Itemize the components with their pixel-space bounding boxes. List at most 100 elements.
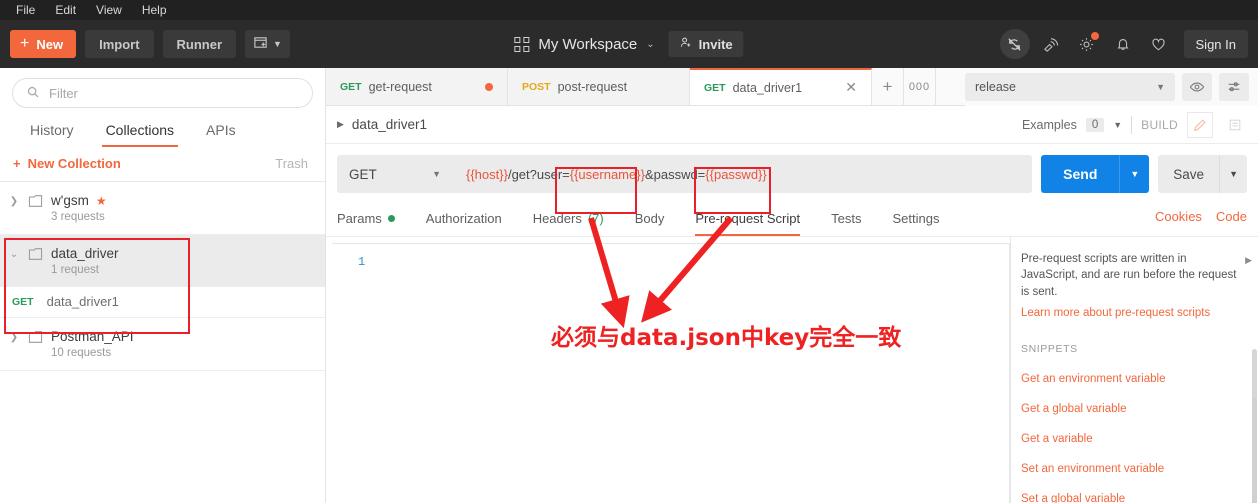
bell-icon[interactable] [1108, 29, 1138, 59]
import-button[interactable]: Import [85, 30, 154, 58]
invite-button[interactable]: Invite [668, 31, 744, 57]
save-button[interactable]: Save ▼ [1158, 155, 1247, 193]
request-tab-post-request[interactable]: POST post-request [508, 68, 690, 105]
chevron-right-icon[interactable]: ▶ [337, 119, 344, 130]
sidebar-tab-apis[interactable]: APIs [190, 116, 252, 147]
code-link[interactable]: Code [1216, 209, 1247, 224]
folder-icon [28, 194, 43, 213]
runner-button[interactable]: Runner [162, 30, 237, 58]
sidebar-tab-history[interactable]: History [14, 116, 90, 147]
sync-off-icon[interactable] [999, 29, 1030, 59]
breadcrumb[interactable]: ▶ data_driver1 [337, 117, 427, 132]
environment-bar: release ▼ [965, 68, 1258, 106]
header-right-group: Sign In [999, 29, 1258, 59]
script-editor[interactable]: 1 [332, 243, 1010, 503]
tab-method: POST [522, 80, 551, 93]
workspace-selector[interactable]: My Workspace ⌄ [514, 36, 655, 53]
request-tab-data-driver1[interactable]: GET data_driver1 ✕ [690, 68, 872, 105]
request-breadcrumb-bar: ▶ data_driver1 Examples 0 ▼ BUILD [326, 106, 1258, 144]
gear-icon[interactable] [1072, 29, 1102, 59]
menu-item-file[interactable]: File [6, 0, 45, 20]
sidebar-actions: + New Collection Trash [0, 147, 325, 182]
send-button[interactable]: Send ▼ [1041, 155, 1150, 193]
collection-item-wgsm[interactable]: ❯ w'gsm ★ 3 requests [0, 182, 325, 235]
snippet-set-global-variable[interactable]: Set a global variable [1021, 493, 1244, 503]
collection-name-row: data_driver [51, 246, 119, 261]
tab-params[interactable]: Params [337, 205, 410, 236]
build-label[interactable]: BUILD [1141, 118, 1178, 132]
tab-body[interactable]: Body [635, 205, 680, 236]
collection-name-row: Postman_API [51, 329, 134, 344]
snippet-get-global-variable[interactable]: Get a global variable [1021, 403, 1244, 415]
new-window-button[interactable]: ▼ [245, 30, 290, 58]
url-input[interactable]: {{host}}/get?user= {{username}} &passwd={{… [453, 155, 1033, 193]
close-icon[interactable]: ✕ [845, 79, 857, 96]
request-item-data-driver1[interactable]: GET data_driver1 [0, 287, 325, 318]
tab-headers-count: (7) [587, 211, 604, 226]
chevron-right-icon[interactable]: ▶ [1245, 255, 1252, 266]
menu-item-view[interactable]: View [86, 0, 132, 20]
collection-text: Postman_API 10 requests [51, 329, 134, 359]
request-name: data_driver1 [46, 294, 119, 309]
request-tabs-right-links: Cookies Code [1155, 209, 1247, 232]
chevron-down-icon[interactable]: ▼ [1119, 155, 1149, 193]
chevron-down-icon[interactable]: ⌄ [8, 246, 20, 260]
filter-placeholder: Filter [49, 85, 78, 101]
request-tab-get-request[interactable]: GET get-request [326, 68, 508, 105]
tab-method: GET [340, 80, 362, 93]
sidebar-tab-collections[interactable]: Collections [90, 116, 190, 147]
add-tab-button[interactable]: + [872, 68, 904, 105]
url-part-passwd: {{passwd}} [705, 166, 767, 182]
sign-in-button[interactable]: Sign In [1183, 30, 1248, 58]
header-left-group: + New Import Runner ▼ [0, 30, 290, 58]
sliders-icon[interactable] [1219, 73, 1249, 101]
collection-item-data-driver[interactable]: ⌄ data_driver 1 request [0, 235, 325, 287]
snippet-get-variable[interactable]: Get a variable [1021, 433, 1244, 445]
url-part-passwd-key: &passwd= [644, 166, 706, 182]
chevron-down-icon[interactable]: ▼ [1113, 120, 1122, 130]
learn-more-link[interactable]: Learn more about pre-request scripts [1021, 307, 1244, 319]
chevron-down-icon: ▼ [273, 39, 282, 49]
tab-tests[interactable]: Tests [831, 205, 876, 236]
plus-icon: + [13, 156, 21, 171]
chevron-down-icon: ⌄ [646, 38, 655, 50]
trash-button[interactable]: Trash [275, 156, 308, 171]
grid-icon [514, 36, 530, 52]
chevron-right-icon[interactable]: ❯ [8, 193, 20, 207]
folder-icon [28, 330, 43, 349]
search-input[interactable]: Filter [12, 78, 313, 108]
collection-name: Postman_API [51, 329, 134, 344]
new-button-label: New [36, 36, 64, 52]
new-collection-button[interactable]: + New Collection [13, 156, 121, 171]
tab-pre-request-script[interactable]: Pre-request Script [695, 205, 815, 236]
pencil-icon[interactable] [1187, 111, 1213, 138]
environment-selector[interactable]: release ▼ [965, 73, 1175, 101]
cookies-link[interactable]: Cookies [1155, 209, 1202, 224]
environment-name: release [975, 80, 1016, 94]
chevron-right-icon[interactable]: ❯ [8, 329, 20, 343]
tab-settings[interactable]: Settings [892, 205, 954, 236]
request-tab-strip: GET get-request POST post-request GET da… [326, 68, 1258, 106]
collection-item-postman-api[interactable]: ❯ Postman_API 10 requests [0, 318, 325, 371]
person-add-icon [680, 36, 693, 52]
send-label: Send [1063, 166, 1098, 182]
tab-authorization[interactable]: Authorization [426, 205, 517, 236]
request-header-actions: Examples 0 ▼ BUILD [1021, 111, 1254, 138]
new-button[interactable]: + New [10, 30, 77, 58]
star-icon[interactable]: ★ [96, 194, 107, 208]
heart-icon[interactable] [1144, 29, 1174, 59]
snippet-get-environment-variable[interactable]: Get an environment variable [1021, 373, 1244, 385]
tab-headers[interactable]: Headers (7) [533, 205, 619, 236]
comment-icon[interactable] [1222, 112, 1248, 138]
menu-item-edit[interactable]: Edit [45, 0, 86, 20]
app-body: Filter History Collections APIs + New Co… [0, 68, 1258, 503]
main-scrollbar[interactable] [1252, 398, 1257, 503]
satellite-icon[interactable] [1036, 29, 1066, 59]
eye-icon[interactable] [1182, 73, 1212, 101]
http-method-selector[interactable]: GET ▼ [337, 155, 453, 193]
snippet-set-environment-variable[interactable]: Set an environment variable [1021, 463, 1244, 475]
menu-item-help[interactable]: Help [132, 0, 177, 20]
examples-label: Examples [1021, 117, 1077, 132]
chevron-down-icon[interactable]: ▼ [1219, 155, 1247, 193]
tab-options-button[interactable]: 000 [904, 68, 936, 105]
